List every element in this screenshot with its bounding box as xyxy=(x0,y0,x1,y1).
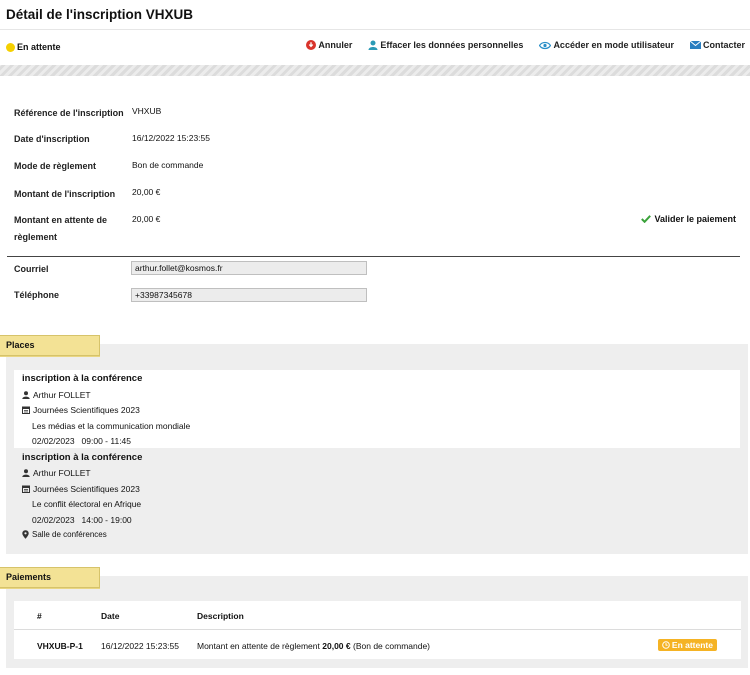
validate-payment-label: Valider le paiement xyxy=(654,214,736,224)
calendar-icon xyxy=(22,406,30,414)
place-event: Journées Scientifiques 2023 xyxy=(22,484,140,494)
place-person-name: Arthur FOLLET xyxy=(33,468,91,478)
place-date: 02/02/2023 xyxy=(32,515,75,525)
page-title: Détail de l'inscription VHXUB xyxy=(6,7,193,22)
amount-label: Montant de l'inscription xyxy=(14,189,116,199)
map-pin-icon xyxy=(22,530,29,539)
place-event-name: Journées Scientifiques 2023 xyxy=(33,405,140,415)
person-icon xyxy=(22,469,30,477)
email-field[interactable] xyxy=(131,261,367,275)
payment-description-mode: (Bon de commande) xyxy=(353,641,431,651)
details-divider xyxy=(7,256,740,257)
erase-personal-data-button[interactable]: Effacer les données personnelles xyxy=(368,40,523,50)
clock-icon xyxy=(662,641,670,649)
contact-label: Contacter xyxy=(702,40,745,50)
payment-date: 16/12/2022 15:23:55 xyxy=(101,641,179,651)
envelope-icon xyxy=(689,41,701,49)
column-header-date: Date xyxy=(101,611,120,621)
payment-status-label: En attente xyxy=(671,640,713,650)
user-mode-label: Accéder en mode utilisateur xyxy=(553,40,674,50)
payments-table: # Date Description VHXUB-P-1 16/12/2022 … xyxy=(14,601,741,659)
action-bar: Annuler Effacer les données personnelles… xyxy=(290,40,745,50)
place-event: Journées Scientifiques 2023 xyxy=(22,405,140,415)
user-icon xyxy=(368,40,378,50)
places-tab: Places xyxy=(0,335,100,356)
phone-label: Téléphone xyxy=(14,290,60,300)
cancel-label: Annuler xyxy=(318,40,353,50)
cancel-button[interactable]: Annuler xyxy=(306,40,352,50)
title-divider xyxy=(0,29,750,30)
payment-description: Montant en attente de règlement 20,00 € … xyxy=(197,641,430,651)
payments-tab: Paiements xyxy=(0,567,100,588)
place-date: 02/02/2023 xyxy=(32,436,75,446)
column-header-id: # xyxy=(37,611,42,621)
status-dot-icon xyxy=(6,42,15,52)
phone-field[interactable] xyxy=(131,288,367,302)
place-schedule: 02/02/2023 14:00 - 19:00 xyxy=(32,515,132,525)
column-header-description: Description xyxy=(197,611,244,621)
email-label: Courriel xyxy=(14,264,49,274)
place-location-name: Salle de conférences xyxy=(32,530,107,539)
place-title: inscription à la conférence xyxy=(22,452,143,463)
pending-amount-value: 20,00 € xyxy=(132,214,161,224)
registration-date-value: 16/12/2022 15:23:55 xyxy=(132,133,210,143)
place-item: inscription à la conférence Arthur FOLLE… xyxy=(14,370,740,448)
status-label: En attente xyxy=(17,42,61,52)
place-person: Arthur FOLLET xyxy=(22,390,91,400)
place-time: 14:00 - 19:00 xyxy=(81,515,132,525)
payment-description-text: Montant en attente de règlement xyxy=(197,641,320,651)
place-location: Salle de conférences xyxy=(22,530,107,539)
place-session: Le conflit électoral en Afrique xyxy=(32,499,142,509)
place-title: inscription à la conférence xyxy=(22,373,143,384)
amount-value: 20,00 € xyxy=(132,187,161,197)
reference-value: VHXUB xyxy=(132,106,162,116)
table-header-divider xyxy=(14,629,741,630)
hatched-divider xyxy=(0,65,750,76)
status-indicator: En attente xyxy=(6,42,61,52)
payment-status-badge: En attente xyxy=(657,639,717,651)
pending-amount-label-line2: règlement xyxy=(14,232,58,242)
place-session: Les médias et la communication mondiale xyxy=(32,421,191,431)
cancel-icon xyxy=(306,40,317,50)
erase-personal-data-label: Effacer les données personnelles xyxy=(380,40,524,50)
eye-icon xyxy=(539,41,552,49)
place-schedule: 02/02/2023 09:00 - 11:45 xyxy=(32,436,131,446)
payment-mode-value: Bon de commande xyxy=(132,160,204,170)
person-icon xyxy=(22,391,30,399)
place-time: 09:00 - 11:45 xyxy=(81,436,132,446)
payment-mode-label: Mode de règlement xyxy=(14,161,97,171)
contact-button[interactable]: Contacter xyxy=(689,40,745,50)
place-person-name: Arthur FOLLET xyxy=(33,390,91,400)
user-mode-button[interactable]: Accéder en mode utilisateur xyxy=(539,40,674,50)
calendar-icon xyxy=(22,485,30,493)
place-item: inscription à la conférence Arthur FOLLE… xyxy=(14,448,740,544)
pending-amount-label-line1: Montant en attente de xyxy=(14,215,108,225)
payment-id: VHXUB-P-1 xyxy=(37,641,83,651)
place-person: Arthur FOLLET xyxy=(22,468,91,478)
registration-date-label: Date d'inscription xyxy=(14,134,90,144)
reference-label: Référence de l'inscription xyxy=(14,108,124,118)
validate-payment-button[interactable]: Valider le paiement xyxy=(641,214,736,224)
payment-description-amount: 20,00 € xyxy=(322,641,351,651)
checkmark-icon xyxy=(641,215,652,223)
place-event-name: Journées Scientifiques 2023 xyxy=(33,484,140,494)
